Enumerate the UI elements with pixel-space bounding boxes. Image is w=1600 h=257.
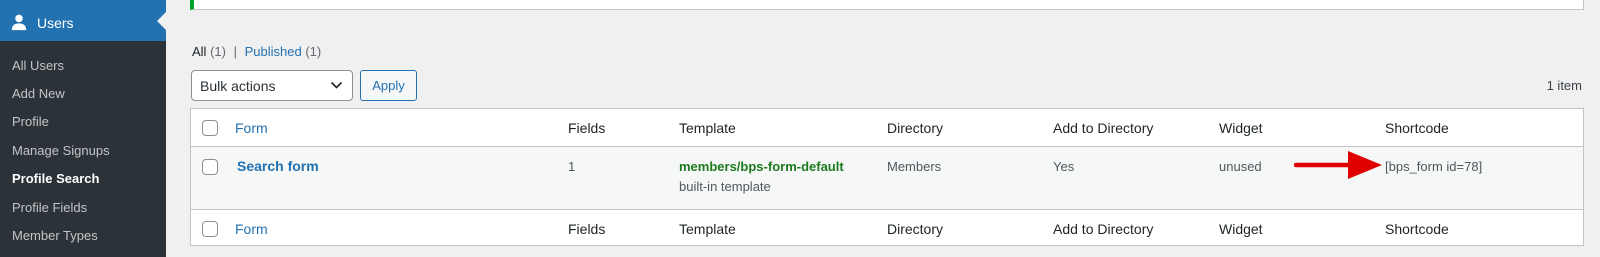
column-header-add-to-directory: Add to Directory [1053,120,1154,136]
user-icon [11,14,27,31]
select-all-checkbox-footer[interactable] [202,221,218,237]
apply-button[interactable]: Apply [360,70,417,101]
sidebar-menu-users[interactable]: Users [0,0,166,41]
admin-notice [190,0,1584,10]
table-header-row: Form Fields Template Directory Add to Di… [191,109,1583,147]
sidebar-item-all-users[interactable]: All Users [12,58,64,73]
sidebar-item-manage-signups[interactable]: Manage Signups [12,143,110,158]
cell-template-name: members/bps-form-default [679,159,844,174]
column-footer-template: Template [679,221,736,237]
view-all-count: (1) [210,44,226,59]
table-footer-row: Form Fields Template Directory Add to Di… [191,209,1583,246]
column-header-shortcode: Shortcode [1385,120,1449,136]
cell-widget: unused [1219,159,1262,174]
cell-fields: 1 [568,159,576,174]
column-header-directory: Directory [887,120,944,136]
admin-sidebar: Users All Users Add New Profile Manage S… [0,0,166,257]
chevron-down-icon [330,81,343,89]
column-footer-add-to-directory: Add to Directory [1053,221,1154,237]
red-arrow-icon [1294,151,1382,179]
sidebar-item-profile-search[interactable]: Profile Search [12,171,99,186]
status-views: All (1) | Published (1) [192,44,321,59]
sidebar-menu-users-label: Users [37,15,74,31]
select-all-checkbox[interactable] [202,120,218,136]
column-header-widget: Widget [1219,120,1263,136]
column-footer-fields: Fields [568,221,606,237]
view-published[interactable]: Published [245,44,302,59]
view-all[interactable]: All [192,44,206,59]
cell-shortcode: [bps_form id=78] [1385,159,1483,174]
column-header-template: Template [679,120,736,136]
sidebar-item-profile-fields[interactable]: Profile Fields [12,200,87,215]
column-header-form[interactable]: Form [235,120,268,136]
form-title-link[interactable]: Search form [237,158,319,174]
column-footer-form[interactable]: Form [235,221,268,237]
sidebar-item-add-new[interactable]: Add New [12,86,65,101]
cell-add-to-directory: Yes [1053,159,1075,174]
column-footer-widget: Widget [1219,221,1263,237]
view-published-count: (1) [305,44,322,59]
sidebar-item-profile[interactable]: Profile [12,114,49,129]
cell-template-note: built-in template [679,179,771,194]
cell-directory: Members [887,159,942,174]
sidebar-item-member-types[interactable]: Member Types [12,228,98,243]
current-menu-notch [157,12,166,30]
column-footer-shortcode: Shortcode [1385,221,1449,237]
row-checkbox[interactable] [202,159,218,175]
column-header-fields: Fields [568,120,606,136]
item-count: 1 item [1546,78,1582,93]
bulk-actions-value: Bulk actions [200,78,276,94]
view-separator: | [233,44,237,59]
column-footer-directory: Directory [887,221,944,237]
bulk-actions-select[interactable]: Bulk actions [191,70,353,101]
